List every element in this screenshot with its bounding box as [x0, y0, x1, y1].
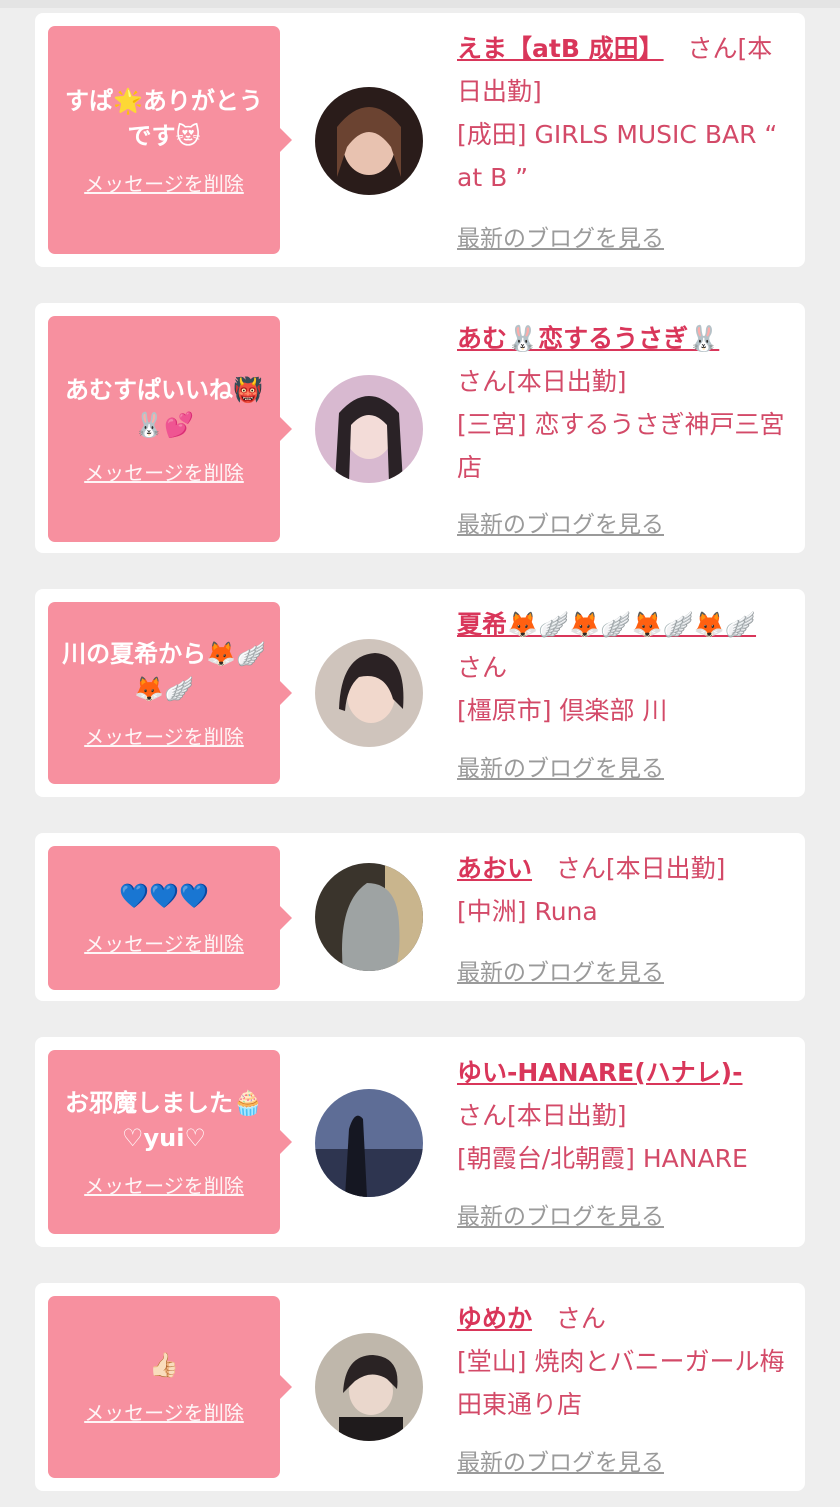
- delete-message-link[interactable]: メッセージを削除: [84, 457, 244, 486]
- shop-name: [三宮] 恋するうさぎ神戸三宮店: [457, 410, 785, 482]
- girl-info: 夏希🦊🪽🦊🪽🦊🪽🦊🪽 さん [橿原市] 倶楽部 川: [457, 603, 797, 732]
- avatar[interactable]: [315, 375, 423, 483]
- message-bubble: 川の夏希から🦊🪽🦊🪽 メッセージを削除: [48, 602, 292, 784]
- message-bubble: お邪魔しました🧁♡yui♡ メッセージを削除: [48, 1050, 292, 1234]
- girl-info: ゆい-HANARE(ハナレ)- さん[本日出勤] [朝霞台/北朝霞] HANAR…: [457, 1051, 797, 1180]
- latest-blog-link[interactable]: 最新のブログを見る: [457, 219, 664, 253]
- avatar-photo-icon: [315, 87, 423, 195]
- latest-blog-link[interactable]: 最新のブログを見る: [457, 1197, 664, 1231]
- avatar[interactable]: [315, 863, 423, 971]
- message-bubble: 👍🏻 メッセージを削除: [48, 1296, 292, 1478]
- girl-name-link[interactable]: あおい: [457, 854, 532, 883]
- top-strip: [0, 0, 840, 8]
- avatar[interactable]: [315, 1333, 423, 1441]
- latest-blog-link[interactable]: 最新のブログを見る: [457, 505, 664, 539]
- message-card: すぱ🌟ありがとうです😻 メッセージを削除 えま【atB 成田】 さん[本日出勤]…: [35, 13, 805, 267]
- message-text: 川の夏希から🦊🪽🦊🪽: [62, 639, 266, 703]
- girl-info: あむ🐰恋するうさぎ🐰 さん[本日出勤] [三宮] 恋するうさぎ神戸三宮店: [457, 317, 797, 489]
- avatar-photo-icon: [315, 639, 423, 747]
- message-card: お邪魔しました🧁♡yui♡ メッセージを削除 ゆい-HANARE(ハナレ)- さ…: [35, 1037, 805, 1247]
- delete-message-link[interactable]: メッセージを削除: [84, 928, 244, 957]
- girl-info: あおい さん[本日出勤] [中洲] Runa: [457, 847, 797, 933]
- message-card: 👍🏻 メッセージを削除 ゆめか さん [堂山] 焼肉とバニーガール梅田東通り店 …: [35, 1283, 805, 1491]
- girl-status: さん: [457, 653, 508, 682]
- avatar-photo-icon: [315, 1089, 423, 1197]
- shop-name: [橿原市] 倶楽部 川: [457, 696, 668, 725]
- avatar-photo-icon: [315, 375, 423, 483]
- girl-name-link[interactable]: ゆめか: [457, 1304, 532, 1333]
- girl-status: さん[本日出勤]: [457, 367, 627, 396]
- delete-message-link[interactable]: メッセージを削除: [84, 1170, 244, 1199]
- latest-blog-link[interactable]: 最新のブログを見る: [457, 953, 664, 987]
- girl-name-link[interactable]: 夏希🦊🪽🦊🪽🦊🪽🦊🪽: [457, 610, 756, 639]
- message-text: 💙💙💙: [119, 882, 209, 910]
- avatar[interactable]: [315, 87, 423, 195]
- message-text: お邪魔しました🧁♡yui♡: [65, 1088, 263, 1152]
- message-card: 💙💙💙 メッセージを削除 あおい さん[本日出勤] [中洲] Runa 最新のブ…: [35, 833, 805, 1001]
- girl-status: さん[本日出勤]: [457, 1101, 627, 1130]
- delete-message-link[interactable]: メッセージを削除: [84, 721, 244, 750]
- avatar-photo-icon: [315, 1333, 423, 1441]
- avatar[interactable]: [315, 1089, 423, 1197]
- latest-blog-link[interactable]: 最新のブログを見る: [457, 1443, 664, 1477]
- girl-status: さん[本日出勤]: [555, 854, 726, 883]
- avatar-photo-icon: [315, 863, 423, 971]
- girl-info: ゆめか さん [堂山] 焼肉とバニーガール梅田東通り店: [457, 1297, 797, 1426]
- message-text: あむすぱいいね👹🐰💕: [65, 375, 263, 439]
- delete-message-link[interactable]: メッセージを削除: [84, 1397, 244, 1426]
- shop-name: [中洲] Runa: [457, 897, 598, 926]
- shop-name: [堂山] 焼肉とバニーガール梅田東通り店: [457, 1347, 785, 1419]
- girl-name-link[interactable]: ゆい-HANARE(ハナレ)-: [457, 1058, 742, 1087]
- message-card: あむすぱいいね👹🐰💕 メッセージを削除 あむ🐰恋するうさぎ🐰 さん[本日出勤] …: [35, 303, 805, 553]
- latest-blog-link[interactable]: 最新のブログを見る: [457, 749, 664, 783]
- girl-name-link[interactable]: あむ🐰恋するうさぎ🐰: [457, 324, 719, 353]
- avatar[interactable]: [315, 639, 423, 747]
- message-card: 川の夏希から🦊🪽🦊🪽 メッセージを削除 夏希🦊🪽🦊🪽🦊🪽🦊🪽 さん [橿原市] …: [35, 589, 805, 797]
- shop-name: [朝霞台/北朝霞] HANARE: [457, 1144, 748, 1173]
- message-bubble: あむすぱいいね👹🐰💕 メッセージを削除: [48, 316, 292, 542]
- shop-name: [成田] GIRLS MUSIC BAR “ at B ”: [457, 120, 778, 192]
- message-text: 👍🏻: [149, 1351, 179, 1379]
- girl-status: さん: [555, 1304, 606, 1333]
- delete-message-link[interactable]: メッセージを削除: [84, 168, 244, 197]
- message-bubble: 💙💙💙 メッセージを削除: [48, 846, 292, 990]
- girl-info: えま【atB 成田】 さん[本日出勤] [成田] GIRLS MUSIC BAR…: [457, 27, 797, 199]
- girl-name-link[interactable]: えま【atB 成田】: [457, 34, 664, 63]
- message-bubble: すぱ🌟ありがとうです😻 メッセージを削除: [48, 26, 292, 254]
- message-text: すぱ🌟ありがとうです😻: [65, 86, 263, 150]
